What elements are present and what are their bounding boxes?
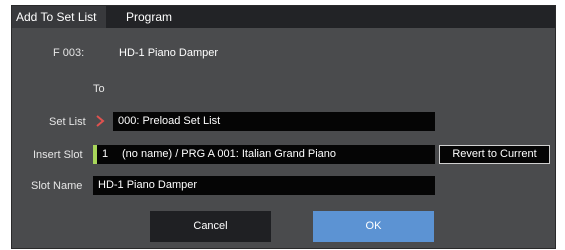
- set-list-label: Set List: [49, 116, 86, 128]
- add-to-set-list-dialog: Add To Set List Program F 003: HD-1 Pian…: [11, 5, 556, 249]
- insert-slot-number[interactable]: 1: [97, 145, 117, 164]
- slot-name-label: Slot Name: [31, 180, 83, 192]
- slot-name-field[interactable]: HD-1 Piano Damper: [93, 176, 435, 195]
- source-label: F 003:: [53, 47, 85, 59]
- source-name: HD-1 Piano Damper: [119, 47, 219, 59]
- revert-to-current-button[interactable]: Revert to Current: [439, 145, 550, 164]
- title-bar: Add To Set List Program: [12, 6, 555, 28]
- to-label: To: [93, 83, 105, 95]
- chevron-right-icon[interactable]: [94, 114, 106, 128]
- insert-slot-label: Insert Slot: [33, 149, 83, 161]
- set-list-field[interactable]: 000: Preload Set List: [113, 112, 435, 131]
- dialog-title: Add To Set List: [12, 6, 106, 28]
- cancel-button[interactable]: Cancel: [150, 211, 271, 242]
- mode-label: Program: [126, 10, 173, 24]
- insert-slot-field[interactable]: (no name) / PRG A 001: Italian Grand Pia…: [117, 145, 435, 164]
- ok-button[interactable]: OK: [313, 211, 434, 242]
